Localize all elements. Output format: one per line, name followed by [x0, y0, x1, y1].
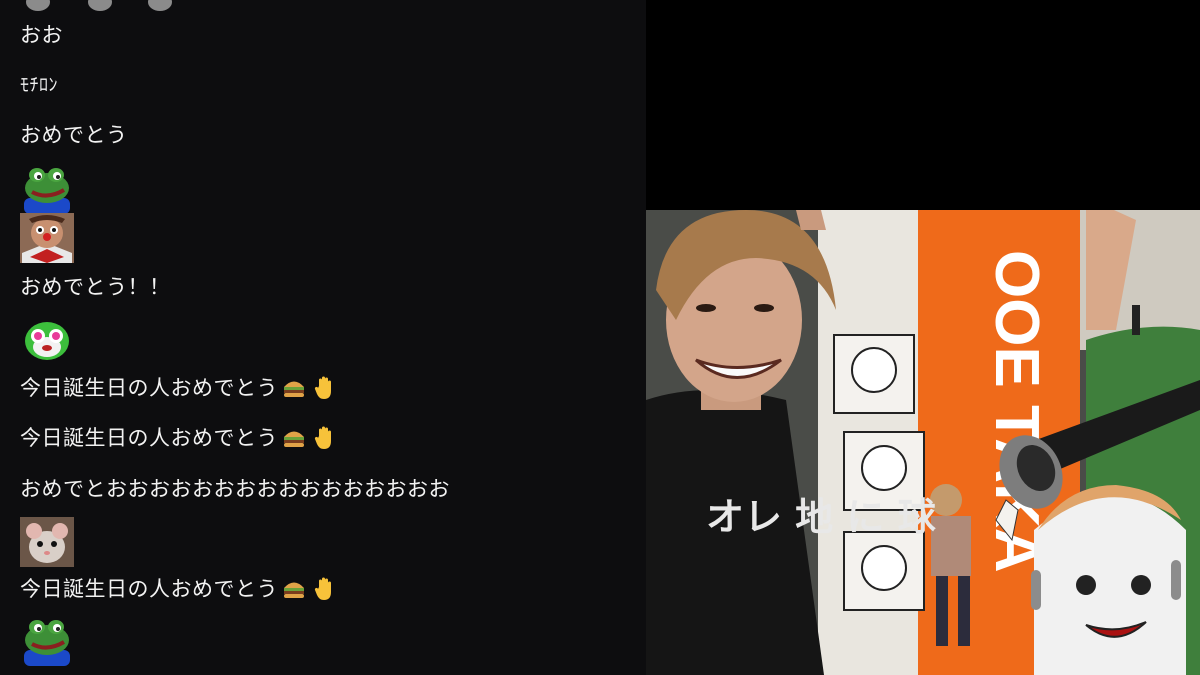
chat-panel[interactable]: おお ﾓﾁﾛﾝ おめでとう おめでとう！！ 今日誕生日の人おめでとう 今日誕生日… — [0, 0, 646, 675]
banner-text: OOE TAKA — [982, 250, 1051, 573]
partial-emote-row — [20, 0, 180, 12]
rat-emote — [20, 517, 74, 567]
chat-message: ﾓﾁﾛﾝ — [20, 75, 58, 96]
webcam-video[interactable]: OOE TAKA オレ 地 に 球 — [646, 210, 1200, 675]
green-creature-emote — [20, 314, 74, 364]
frog-emote — [20, 616, 74, 666]
stream-screen: おお ﾓﾁﾛﾝ おめでとう おめでとう！！ 今日誕生日の人おめでとう 今日誕生日… — [0, 0, 1200, 675]
video-letterbox — [646, 0, 1200, 210]
hamburger-emoji — [284, 582, 304, 598]
chat-message: 今日誕生日の人おめでとう — [20, 576, 336, 602]
chat-message: おめでとおおおおおおおおおおおおおおおお — [20, 477, 450, 501]
shirt-print: オレ 地 に 球 — [706, 495, 937, 539]
chat-message-text: 今日誕生日の人おめでとう — [20, 426, 278, 450]
clown-emote — [20, 213, 74, 263]
chat-message: 今日誕生日の人おめでとう — [20, 375, 336, 401]
chat-message: おお — [20, 23, 63, 47]
raised-hand-emoji — [314, 577, 331, 600]
chat-message-text: 今日誕生日の人おめでとう — [20, 376, 278, 400]
hamburger-emoji — [284, 381, 304, 397]
chat-message-text: 今日誕生日の人おめでとう — [20, 577, 278, 601]
raised-hand-emoji — [314, 376, 331, 399]
chat-message: おめでとう！！ — [20, 275, 171, 299]
chat-message: 今日誕生日の人おめでとう — [20, 425, 336, 451]
raised-hand-emoji — [314, 426, 331, 449]
frog-emote — [20, 164, 74, 214]
chat-message: おめでとう — [20, 123, 128, 147]
hamburger-emoji — [284, 431, 304, 447]
